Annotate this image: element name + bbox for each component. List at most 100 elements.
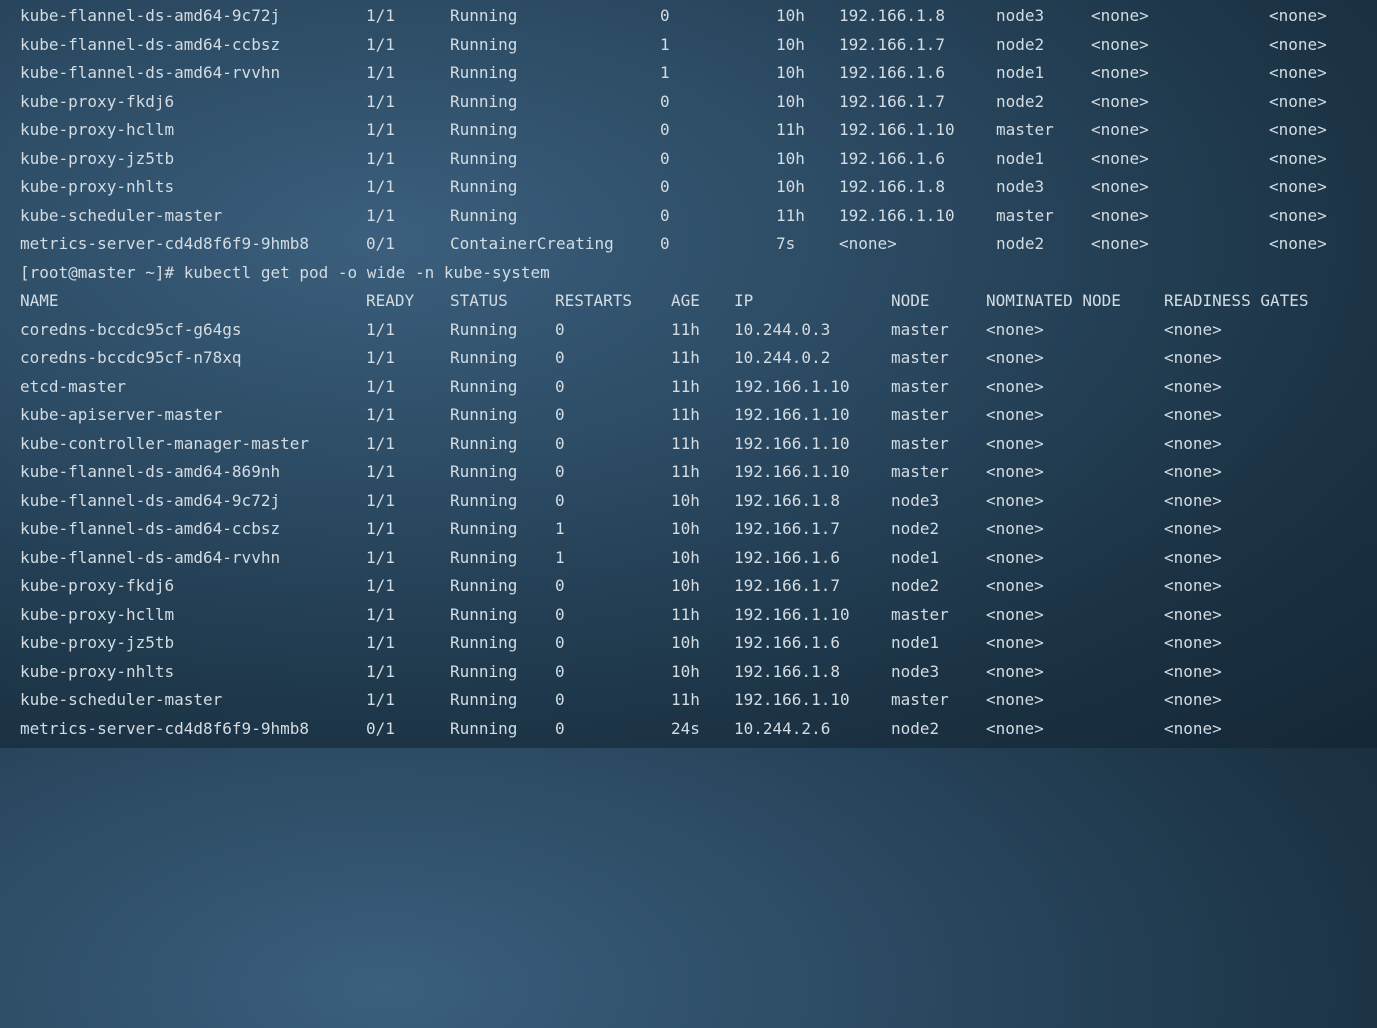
pod-ip: 192.166.1.8 <box>839 177 945 196</box>
pod-row: kube-proxy-jz5tb 1/1 Running 0 10h 192.1… <box>20 629 1370 658</box>
pod-name: kube-flannel-ds-amd64-9c72j <box>20 490 281 510</box>
pod-row: kube-flannel-ds-amd64-rvvhn 1/1 Running … <box>20 544 1370 573</box>
pod-nominated-node: <none> <box>1091 234 1149 253</box>
pod-name: kube-flannel-ds-amd64-9c72j <box>20 6 281 25</box>
pod-ready: 1/1 <box>366 576 395 595</box>
pod-ip: 192.166.1.6 <box>839 148 945 168</box>
pod-age: 10h <box>776 6 805 25</box>
pod-status: Running <box>450 661 518 681</box>
pod-status: Running <box>450 63 518 82</box>
pod-name: kube-proxy-jz5tb <box>20 148 175 168</box>
pod-age: 11h <box>671 604 700 624</box>
pod-restarts: 0 <box>555 633 565 652</box>
pod-restarts: 0 <box>555 690 565 709</box>
pod-readiness-gates: <none> <box>1164 576 1222 595</box>
pod-age: 11h <box>671 348 700 367</box>
pod-nominated-node: <none> <box>986 690 1044 709</box>
pod-nominated-node: <none> <box>1091 34 1149 54</box>
pod-row: metrics-server-cd4d8f6f9-9hmb8 0/1 Conta… <box>20 230 1370 259</box>
pod-ip: 192.166.1.10 <box>734 433 850 453</box>
pod-ready: 1/1 <box>366 91 395 111</box>
header-name: NAME <box>20 291 59 310</box>
pod-readiness-gates: <none> <box>1269 6 1327 25</box>
pod-nominated-node: <none> <box>1091 177 1149 196</box>
pod-ip: 192.166.1.10 <box>734 604 850 624</box>
pod-age: 10h <box>776 177 805 196</box>
pod-readiness-gates: <none> <box>1164 661 1222 681</box>
pod-nominated-node: <none> <box>1091 6 1149 25</box>
pod-row: kube-proxy-jz5tb 1/1 Running 0 10h 192.1… <box>20 145 1370 174</box>
pod-restarts: 0 <box>555 405 565 424</box>
pod-restarts: 0 <box>660 234 670 253</box>
pod-node: node1 <box>996 63 1045 82</box>
pod-row: kube-proxy-nhlts 1/1 Running 0 10h 192.1… <box>20 658 1370 687</box>
pod-node: master <box>996 120 1054 139</box>
pod-ready: 1/1 <box>366 6 395 25</box>
pod-row: kube-proxy-fkdj6 1/1 Running 0 10h 192.1… <box>20 572 1370 601</box>
pod-restarts: 0 <box>555 604 565 624</box>
pod-row: coredns-bccdc95cf-g64gs 1/1 Running 0 11… <box>20 316 1370 345</box>
pod-node: node2 <box>891 718 940 738</box>
command-line[interactable]: [root@master ~]# kubectl get pod -o wide… <box>20 259 1370 288</box>
pod-nominated-node: <none> <box>986 718 1044 738</box>
pod-age: 10h <box>671 547 700 567</box>
pod-row: kube-scheduler-master 1/1 Running 0 11h … <box>20 686 1370 715</box>
pod-readiness-gates: <none> <box>1164 433 1222 453</box>
pod-readiness-gates: <none> <box>1269 205 1327 225</box>
pod-status: Running <box>450 718 518 738</box>
pod-name: kube-proxy-fkdj6 <box>20 576 175 595</box>
pod-readiness-gates: <none> <box>1269 63 1327 82</box>
pod-ip: 10.244.2.6 <box>734 718 831 738</box>
pod-row: coredns-bccdc95cf-n78xq 1/1 Running 0 11… <box>20 344 1370 373</box>
pod-readiness-gates: <none> <box>1164 519 1222 538</box>
pod-ready: 0/1 <box>366 234 395 253</box>
pod-node: node2 <box>891 519 940 538</box>
pod-node: master <box>891 405 949 424</box>
shell-command[interactable]: [root@master ~]# kubectl get pod -o wide… <box>20 259 550 288</box>
pod-name: kube-proxy-hcllm <box>20 604 175 624</box>
pod-nominated-node: <none> <box>986 547 1044 567</box>
pod-name: kube-controller-manager-master <box>20 433 309 453</box>
pod-ready: 1/1 <box>366 63 395 82</box>
pod-node: node2 <box>996 234 1045 253</box>
pod-node: master <box>891 376 949 396</box>
pod-age: 24s <box>671 718 700 738</box>
pod-nominated-node: <none> <box>986 519 1044 538</box>
pod-node: node2 <box>996 91 1045 111</box>
pod-nominated-node: <none> <box>1091 120 1149 139</box>
pod-ip: 192.166.1.6 <box>734 633 840 652</box>
pod-status: Running <box>450 405 518 424</box>
pod-readiness-gates: <none> <box>1164 405 1222 424</box>
terminal-output[interactable]: kube-flannel-ds-amd64-9c72j 1/1 Running … <box>20 2 1370 743</box>
pod-readiness-gates: <none> <box>1269 177 1327 196</box>
pod-name: kube-proxy-nhlts <box>20 177 175 196</box>
pod-row: metrics-server-cd4d8f6f9-9hmb8 0/1 Runni… <box>20 715 1370 744</box>
pod-ip: 192.166.1.10 <box>734 376 850 396</box>
pod-readiness-gates: <none> <box>1164 633 1222 652</box>
pod-age: 10h <box>776 91 805 111</box>
header-readiness-gates: READINESS GATES <box>1164 291 1309 310</box>
pod-name: coredns-bccdc95cf-n78xq <box>20 348 242 367</box>
pod-row: kube-flannel-ds-amd64-9c72j 1/1 Running … <box>20 2 1370 31</box>
pod-ip: 192.166.1.10 <box>734 690 850 709</box>
pod-node: node3 <box>996 177 1045 196</box>
previous-output: kube-flannel-ds-amd64-9c72j 1/1 Running … <box>20 2 1370 259</box>
pod-restarts: 0 <box>555 576 565 595</box>
pod-node: master <box>891 348 949 367</box>
pod-status: Running <box>450 34 518 54</box>
pod-age: 7s <box>776 234 796 253</box>
pod-ip: 192.166.1.8 <box>839 6 945 25</box>
pod-node: node2 <box>996 34 1045 54</box>
pod-nominated-node: <none> <box>986 433 1044 453</box>
pod-readiness-gates: <none> <box>1164 376 1222 396</box>
pod-readiness-gates: <none> <box>1164 462 1222 481</box>
pod-restarts: 0 <box>555 319 565 339</box>
pod-name: coredns-bccdc95cf-g64gs <box>20 319 242 339</box>
table-header: NAME READY STATUS RESTARTS AGE IP NODE N… <box>20 287 1370 316</box>
pod-node: node3 <box>891 661 940 681</box>
pod-restarts: 0 <box>660 6 670 25</box>
pod-readiness-gates: <none> <box>1164 348 1222 367</box>
pod-ip: 192.166.1.10 <box>839 120 955 139</box>
pod-node: node1 <box>996 148 1045 168</box>
pod-nominated-node: <none> <box>986 376 1044 396</box>
